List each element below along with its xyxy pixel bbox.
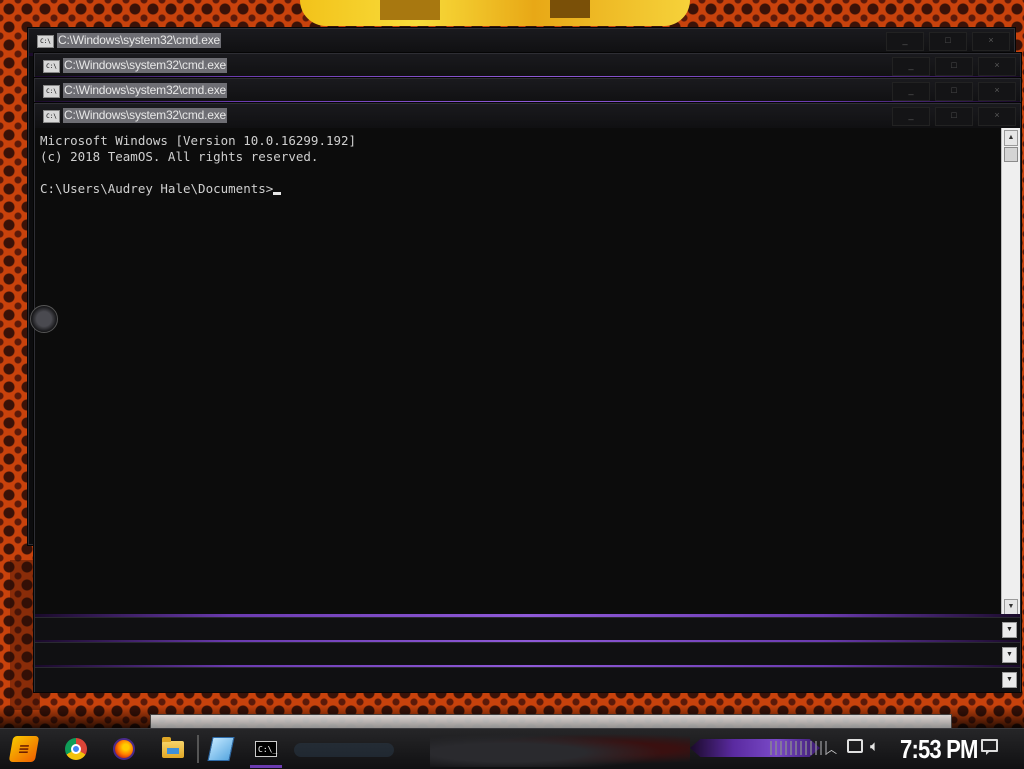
close-button[interactable]: × xyxy=(972,32,1010,51)
scroll-up-icon[interactable]: ▲ xyxy=(1004,130,1018,146)
title-bar[interactable]: C:\ C:\Windows\system32\cmd.exe _ □ × xyxy=(35,54,1020,78)
show-hidden-icons-icon[interactable]: ︿ xyxy=(826,741,837,757)
scroll-down-icon[interactable]: ▼ xyxy=(1002,622,1017,638)
firefox-button[interactable] xyxy=(108,733,140,765)
close-button[interactable]: × xyxy=(978,57,1016,76)
close-button[interactable]: × xyxy=(978,107,1016,126)
close-button[interactable]: × xyxy=(978,82,1016,101)
stacked-window-strip-1[interactable]: ▼ xyxy=(35,617,1020,642)
clock[interactable]: 7:53 PM xyxy=(900,733,978,765)
taskbar: ≡ C:\_ ︿ 🔈︎ 7:53 PM xyxy=(0,728,1024,769)
stacked-window-strip-2[interactable]: ▼ xyxy=(35,642,1020,667)
start-button[interactable]: ≡ xyxy=(8,733,40,765)
cmd-window-active[interactable]: C:\ C:\Windows\system32\cmd.exe _ □ × Mi… xyxy=(34,103,1021,692)
file-explorer-icon xyxy=(162,736,184,758)
title-bar[interactable]: C:\ C:\Windows\system32\cmd.exe _ □ × xyxy=(35,104,1020,128)
taskbar-art xyxy=(430,731,690,767)
network-icon[interactable] xyxy=(847,739,863,753)
maximize-button[interactable]: □ xyxy=(935,82,973,101)
taskbar-stripes xyxy=(770,741,830,755)
command-prompt[interactable]: C:\Users\Audrey Hale\Documents> xyxy=(40,181,273,196)
sticky-pad-button[interactable] xyxy=(205,733,237,765)
scroll-down-icon[interactable]: ▼ xyxy=(1002,647,1017,663)
cmd-app-icon: C:\ xyxy=(37,35,54,48)
minimize-button[interactable]: _ xyxy=(892,57,930,76)
sticky-pad-icon xyxy=(207,737,235,761)
wallpaper-art xyxy=(300,0,690,26)
window-title: C:\Windows\system32\cmd.exe xyxy=(57,33,221,48)
stacked-window-strip-3[interactable]: ▼ xyxy=(35,667,1020,692)
title-bar[interactable]: C:\ C:\Windows\system32\cmd.exe _ □ × xyxy=(35,79,1020,103)
cmd-app-icon: C:\ xyxy=(43,110,60,123)
action-center-icon[interactable] xyxy=(981,739,998,755)
vertical-scrollbar[interactable]: ▲ ▼ xyxy=(1001,128,1020,617)
version-line: Microsoft Windows [Version 10.0.16299.19… xyxy=(40,133,357,148)
desktop-orb xyxy=(30,305,58,333)
maximize-button[interactable]: □ xyxy=(929,32,967,51)
chrome-button[interactable] xyxy=(60,733,92,765)
copyright-line: (c) 2018 TeamOS. All rights reserved. xyxy=(40,149,319,164)
cmd-icon: C:\_ xyxy=(255,741,277,757)
window-title: C:\Windows\system32\cmd.exe xyxy=(63,58,227,73)
window-controls: _ □ × xyxy=(887,82,1016,101)
cmd-taskbar-button[interactable]: C:\_ xyxy=(250,733,282,768)
file-explorer-button[interactable] xyxy=(157,733,189,765)
minimize-button[interactable]: _ xyxy=(886,32,924,51)
minimize-button[interactable]: _ xyxy=(892,82,930,101)
window-controls: _ □ × xyxy=(887,107,1016,126)
scroll-thumb[interactable] xyxy=(1004,147,1018,162)
start-icon: ≡ xyxy=(8,736,40,762)
firefox-icon xyxy=(113,738,135,760)
console-output[interactable]: Microsoft Windows [Version 10.0.16299.19… xyxy=(35,128,1002,617)
volume-icon[interactable]: 🔈︎ xyxy=(870,738,879,755)
text-cursor xyxy=(273,192,282,195)
taskbar-separator xyxy=(197,735,199,763)
cmd-app-icon: C:\ xyxy=(43,85,60,98)
title-bar[interactable]: C:\ C:\Windows\system32\cmd.exe _ □ × xyxy=(29,29,1014,53)
maximize-button[interactable]: □ xyxy=(935,107,973,126)
cmd-app-icon: C:\ xyxy=(43,60,60,73)
chrome-icon xyxy=(65,738,87,760)
window-title: C:\Windows\system32\cmd.exe xyxy=(63,83,227,98)
scroll-down-icon[interactable]: ▼ xyxy=(1002,672,1017,688)
maximize-button[interactable]: □ xyxy=(935,57,973,76)
scroll-down-icon[interactable]: ▼ xyxy=(1004,599,1018,615)
window-controls: _ □ × xyxy=(881,32,1010,51)
window-controls: _ □ × xyxy=(887,57,1016,76)
minimize-button[interactable]: _ xyxy=(892,107,930,126)
window-title: C:\Windows\system32\cmd.exe xyxy=(63,108,227,123)
taskbar-search-shadow xyxy=(294,743,394,757)
